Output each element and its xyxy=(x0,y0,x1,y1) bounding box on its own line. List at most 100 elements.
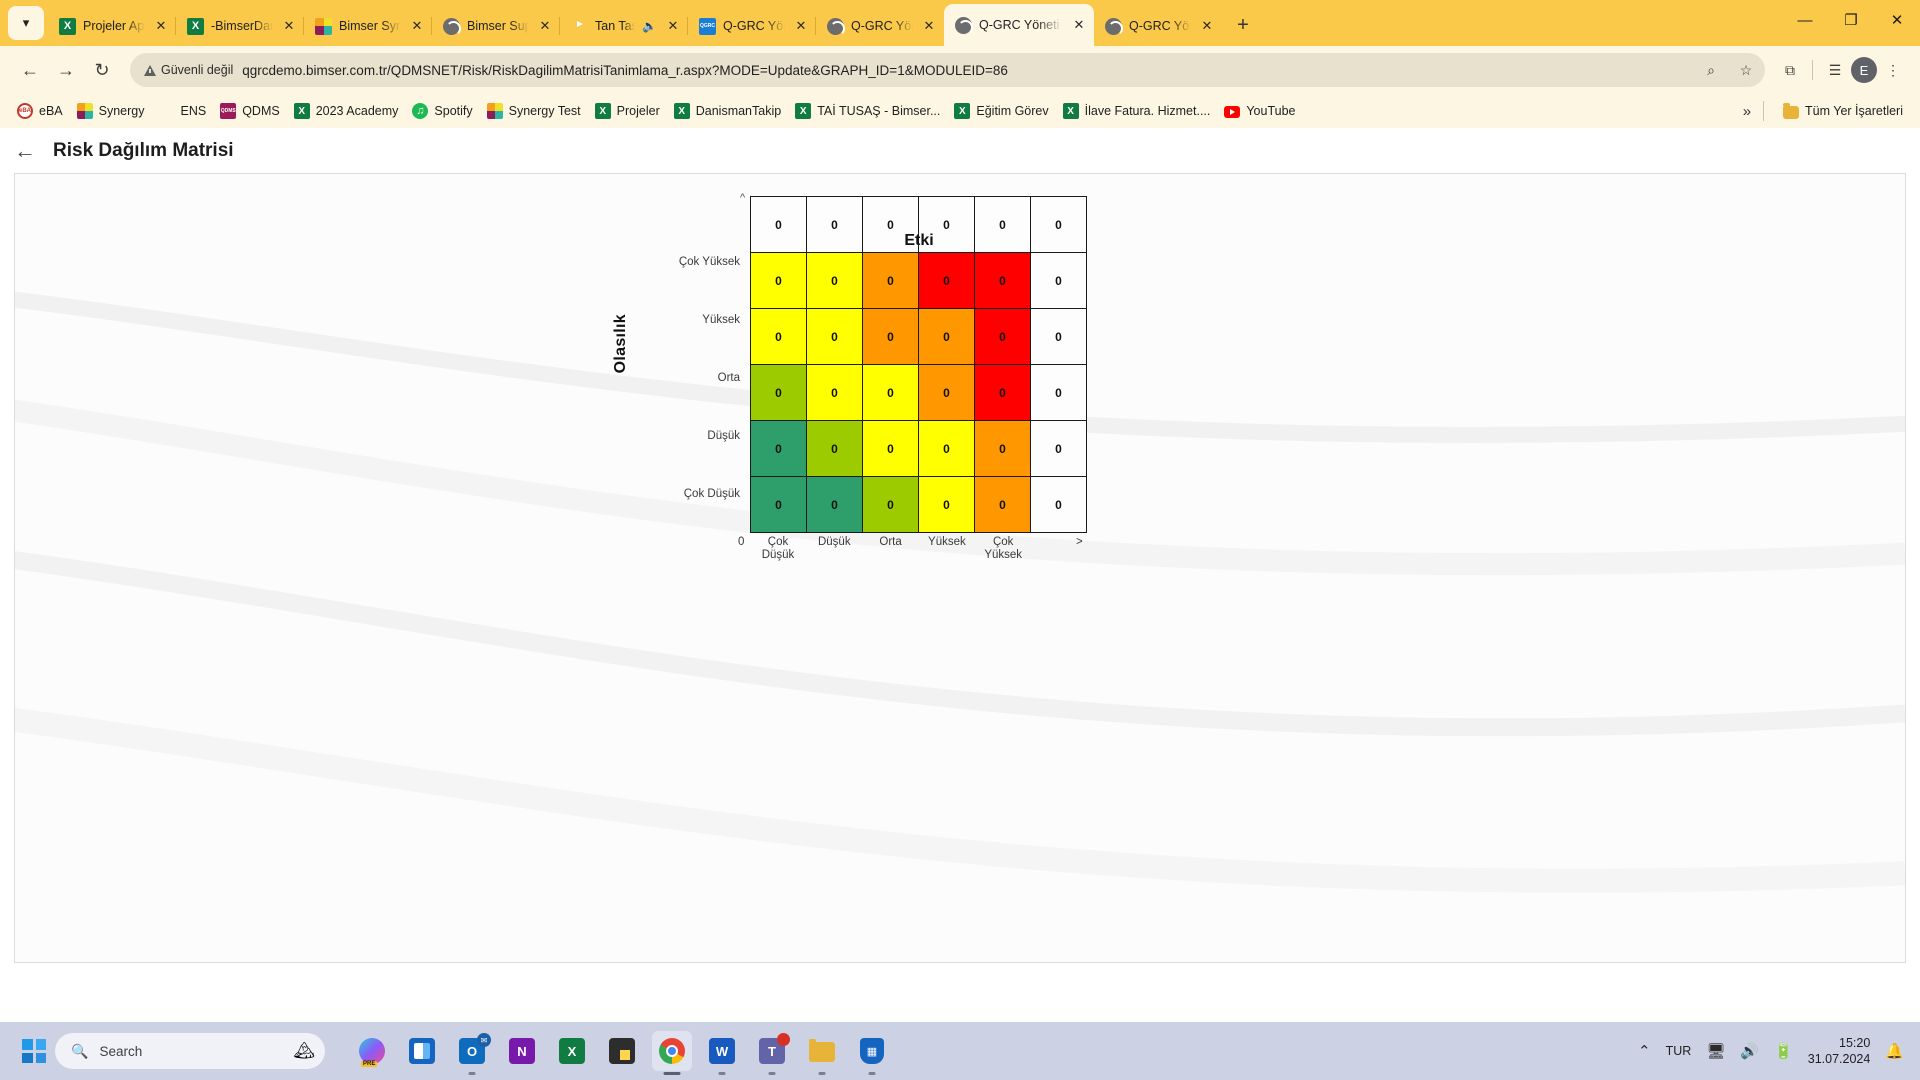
bookmark-item[interactable]: ENS xyxy=(152,99,214,123)
browser-menu-icon[interactable]: ⋮ xyxy=(1880,57,1906,83)
tab-close-button[interactable]: ✕ xyxy=(536,17,554,35)
browser-tab[interactable]: QGRC Q-GRC Yöneti ✕ xyxy=(687,6,816,46)
notification-bell-icon[interactable]: 🔔 xyxy=(1885,1042,1904,1060)
bookmark-star-icon[interactable]: ☆ xyxy=(1733,57,1759,83)
bookmark-item[interactable]: YouTube xyxy=(1217,100,1302,122)
minimize-button[interactable]: — xyxy=(1782,0,1828,40)
reload-button[interactable]: ↻ xyxy=(86,54,118,86)
matrix-cell[interactable]: 0 xyxy=(862,252,919,309)
bookmark-item[interactable]: QDMS QDMS xyxy=(213,99,287,123)
tab-close-button[interactable]: ✕ xyxy=(152,17,170,35)
matrix-cell[interactable]: 0 xyxy=(918,420,975,477)
bookmark-item[interactable]: X TAİ TUSAŞ - Bimser... xyxy=(788,99,947,123)
matrix-cell[interactable]: 0 xyxy=(918,364,975,421)
browser-tab[interactable]: Q-GRC Yöneti ✕ xyxy=(944,4,1094,46)
file-explorer-icon[interactable] xyxy=(802,1031,842,1075)
windows-icon[interactable] xyxy=(22,1039,46,1063)
bookmark-item[interactable]: X Projeler xyxy=(588,99,667,123)
matrix-cell[interactable]: 0 xyxy=(1030,476,1087,533)
matrix-cell[interactable]: 0 xyxy=(862,364,919,421)
address-bar[interactable]: Güvenli değil qgrcdemo.bimser.com.tr/QDM… xyxy=(130,53,1765,87)
browser-tab[interactable]: X Projeler Appli ✕ xyxy=(48,6,176,46)
tab-close-button[interactable]: ✕ xyxy=(1070,16,1088,34)
excel-icon[interactable]: X xyxy=(552,1031,592,1071)
matrix-cell[interactable]: 0 xyxy=(974,364,1031,421)
bookmark-item[interactable]: eBA eBA xyxy=(10,99,70,123)
tab-close-button[interactable]: ✕ xyxy=(920,17,938,35)
matrix-cell[interactable]: 0 xyxy=(862,420,919,477)
matrix-cell[interactable]: 0 xyxy=(750,420,807,477)
task-view-icon[interactable] xyxy=(402,1031,442,1071)
chrome-icon[interactable] xyxy=(652,1031,692,1075)
tab-close-button[interactable]: ✕ xyxy=(792,17,810,35)
matrix-cell[interactable]: 0 xyxy=(1030,252,1087,309)
clock[interactable]: 15:20 31.07.2024 xyxy=(1808,1035,1871,1067)
matrix-cell[interactable]: 0 xyxy=(1030,308,1087,365)
tray-overflow-icon[interactable]: ⌃ xyxy=(1638,1042,1651,1060)
browser-tab[interactable]: Tan Taşçı 🔈 ✕ xyxy=(559,6,688,46)
security-icon[interactable]: ▦ xyxy=(852,1031,892,1075)
matrix-cell[interactable]: 0 xyxy=(750,308,807,365)
back-button[interactable]: ← xyxy=(14,54,46,86)
browser-tab[interactable]: Q-GRC Yöneti ✕ xyxy=(1094,6,1222,46)
matrix-cell[interactable]: 0 xyxy=(974,252,1031,309)
teams-icon[interactable]: T xyxy=(752,1031,792,1075)
tab-close-button[interactable]: ✕ xyxy=(280,17,298,35)
tab-audio-icon[interactable]: 🔈 xyxy=(642,19,657,33)
profile-avatar[interactable]: E xyxy=(1851,57,1877,83)
matrix-cell[interactable]: 0 xyxy=(750,252,807,309)
tab-close-button[interactable]: ✕ xyxy=(1198,17,1216,35)
bookmark-item[interactable]: ♫ Spotify xyxy=(405,99,479,123)
bookmarks-overflow-button[interactable]: » xyxy=(1743,103,1751,120)
not-secure-indicator[interactable]: Güvenli değil xyxy=(144,63,233,77)
tab-close-button[interactable]: ✕ xyxy=(408,17,426,35)
extensions-icon[interactable]: ⧉ xyxy=(1777,57,1803,83)
matrix-cell[interactable]: 0 xyxy=(806,420,863,477)
matrix-cell[interactable]: 0 xyxy=(1030,420,1087,477)
browser-tab[interactable]: Bimser Suppo ✕ xyxy=(431,6,560,46)
maximize-button[interactable]: ❐ xyxy=(1828,0,1874,40)
matrix-cell[interactable]: 0 xyxy=(806,476,863,533)
matrix-cell[interactable]: 0 xyxy=(806,308,863,365)
zoom-icon[interactable]: ⌕ xyxy=(1698,57,1724,83)
reading-list-icon[interactable]: ☰ xyxy=(1822,57,1848,83)
bookmark-item[interactable]: Synergy Test xyxy=(480,99,588,123)
bookmark-item[interactable]: X Eğitim Görev xyxy=(947,99,1055,123)
matrix-cell[interactable]: 0 xyxy=(806,364,863,421)
browser-tab[interactable]: Q-GRC Yöneti ✕ xyxy=(815,6,944,46)
browser-tab[interactable]: Bimser Synerg ✕ xyxy=(303,6,432,46)
network-icon[interactable]: 🖥 xyxy=(1706,1042,1725,1060)
matrix-cell[interactable]: 0 xyxy=(862,308,919,365)
copilot-pre-icon[interactable]: PRE xyxy=(352,1031,392,1071)
close-window-button[interactable]: ✕ xyxy=(1874,0,1920,40)
bookmark-item[interactable]: X İlave Fatura. Hizmet.... xyxy=(1056,99,1218,123)
matrix-cell[interactable]: 0 xyxy=(974,476,1031,533)
matrix-cell[interactable]: 0 xyxy=(862,476,919,533)
matrix-cell[interactable]: 0 xyxy=(806,252,863,309)
new-tab-button[interactable]: + xyxy=(1228,10,1258,40)
forward-button[interactable]: → xyxy=(50,54,82,86)
onenote-icon[interactable]: N xyxy=(502,1031,542,1071)
matrix-cell[interactable]: 0 xyxy=(974,308,1031,365)
word-icon[interactable]: W xyxy=(702,1031,742,1075)
bookmark-item[interactable]: X DanismanTakip xyxy=(667,99,788,123)
bookmark-item[interactable]: Synergy xyxy=(70,99,152,123)
taskbar-search[interactable]: 🔍 Search 🏔 xyxy=(55,1033,325,1069)
sticky-notes-icon[interactable] xyxy=(602,1031,642,1071)
all-bookmarks-button[interactable]: Tüm Yer İşaretleri xyxy=(1776,100,1910,123)
matrix-cell[interactable]: 0 xyxy=(918,476,975,533)
tab-close-button[interactable]: ✕ xyxy=(664,17,682,35)
battery-icon[interactable]: 🔋 xyxy=(1774,1042,1793,1060)
language-indicator[interactable]: TUR xyxy=(1666,1044,1692,1058)
matrix-cell[interactable]: 0 xyxy=(750,476,807,533)
outlook-icon[interactable]: O ✉ xyxy=(452,1031,492,1075)
matrix-cell[interactable]: 0 xyxy=(918,252,975,309)
matrix-cell[interactable]: 0 xyxy=(750,364,807,421)
bookmark-item[interactable]: X 2023 Academy xyxy=(287,99,406,123)
matrix-cell[interactable]: 0 xyxy=(974,420,1031,477)
matrix-cell[interactable]: 0 xyxy=(918,308,975,365)
matrix-cell[interactable]: 0 xyxy=(1030,364,1087,421)
tab-search-button[interactable]: ▾ xyxy=(8,6,44,40)
page-back-arrow-icon[interactable]: ← xyxy=(14,139,36,162)
browser-tab[interactable]: X -BimserDanis ✕ xyxy=(175,6,304,46)
